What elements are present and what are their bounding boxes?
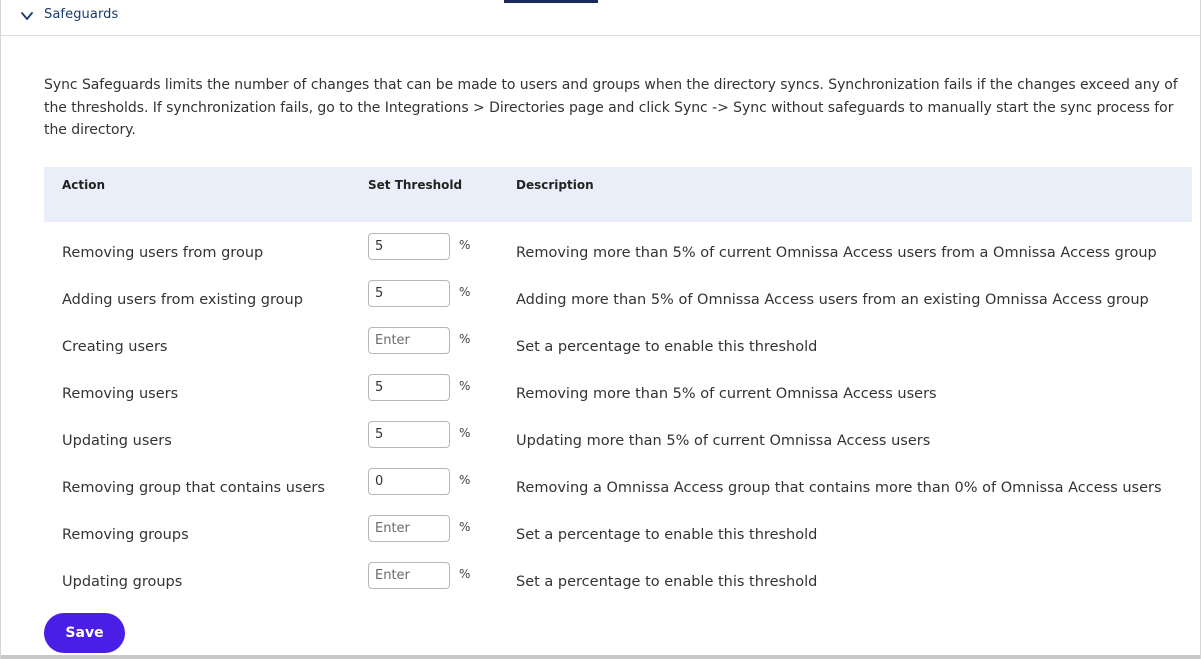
threshold-input[interactable] <box>368 280 450 307</box>
percent-label: % <box>459 332 471 346</box>
row-description: Adding more than 5% of Omnissa Access us… <box>516 292 1149 308</box>
safeguards-page: Safeguards Sync Safeguards limits the nu… <box>0 0 1201 659</box>
row-action: Removing users from group <box>62 245 264 261</box>
chevron-down-icon[interactable] <box>20 9 34 23</box>
threshold-input[interactable] <box>368 515 450 542</box>
column-header-action: Action <box>62 178 106 192</box>
percent-label: % <box>459 520 471 534</box>
row-description: Set a percentage to enable this threshol… <box>516 574 818 590</box>
table-row: Adding users from existing group % Addin… <box>44 280 1192 327</box>
row-action: Updating users <box>62 433 172 449</box>
row-description: Removing more than 5% of current Omnissa… <box>516 386 937 402</box>
percent-label: % <box>459 238 471 252</box>
column-header-description: Description <box>516 178 594 192</box>
row-description: Removing more than 5% of current Omnissa… <box>516 245 1157 261</box>
row-action: Creating users <box>62 339 168 355</box>
bottom-divider <box>1 655 1200 659</box>
threshold-input[interactable] <box>368 421 450 448</box>
table-row: Removing users from group % Removing mor… <box>44 233 1192 280</box>
threshold-input[interactable] <box>368 327 450 354</box>
table-header: Action Set Threshold Description <box>44 167 1192 222</box>
table-row: Updating users % Updating more than 5% o… <box>44 421 1192 468</box>
section-title: Safeguards <box>44 7 119 22</box>
table-row: Removing groups % Set a percentage to en… <box>44 515 1192 562</box>
table-row: Removing users % Removing more than 5% o… <box>44 374 1192 421</box>
row-action: Removing groups <box>62 527 189 543</box>
column-header-threshold: Set Threshold <box>368 178 463 192</box>
row-action: Adding users from existing group <box>62 292 303 308</box>
percent-label: % <box>459 473 471 487</box>
threshold-input[interactable] <box>368 233 450 260</box>
row-description: Set a percentage to enable this threshol… <box>516 527 818 543</box>
row-description: Removing a Omnissa Access group that con… <box>516 480 1162 496</box>
threshold-input[interactable] <box>368 562 450 589</box>
row-action: Updating groups <box>62 574 183 590</box>
percent-label: % <box>459 426 471 440</box>
row-action: Removing group that contains users <box>62 480 325 496</box>
percent-label: % <box>459 285 471 299</box>
percent-label: % <box>459 379 471 393</box>
save-button[interactable]: Save <box>44 613 125 653</box>
threshold-input[interactable] <box>368 374 450 401</box>
row-description: Set a percentage to enable this threshol… <box>516 339 818 355</box>
safeguards-section-header[interactable]: Safeguards <box>1 0 1200 36</box>
table-row: Creating users % Set a percentage to ena… <box>44 327 1192 374</box>
percent-label: % <box>459 567 471 581</box>
table-row: Removing group that contains users % Rem… <box>44 468 1192 515</box>
row-description: Updating more than 5% of current Omnissa… <box>516 433 931 449</box>
intro-description: Sync Safeguards limits the number of cha… <box>44 77 1178 138</box>
row-action: Removing users <box>62 386 179 402</box>
table-row: Updating groups % Set a percentage to en… <box>44 562 1192 609</box>
threshold-input[interactable] <box>368 468 450 495</box>
